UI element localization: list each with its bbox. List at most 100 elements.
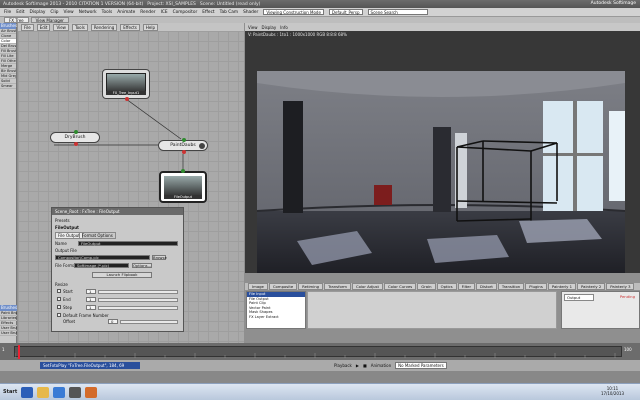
dry-brush-output-port[interactable] [74,142,78,146]
tool-tab-color-adjust[interactable]: Color Adjust [351,283,383,290]
menu-tab-cam[interactable]: Tab Cam [220,10,238,15]
tool-tab-plugins[interactable]: Plugins [525,283,547,290]
command-line[interactable]: SetFxtoPlay "FxTree.FileOutput", 184, 69 [40,362,140,369]
tool-tab-filter[interactable]: Filter [457,283,476,290]
menu-effect[interactable]: Effect [202,10,214,15]
browse-button[interactable]: Browse [152,255,167,260]
frame-number-checkbox[interactable] [57,313,61,317]
menu-ice[interactable]: ICE [161,10,168,15]
step-field[interactable]: 1 [86,305,96,310]
tool-tab-painterly-1[interactable]: Painterly 1 [547,283,577,290]
playback-label[interactable]: Playback [334,363,352,368]
start-field[interactable]: 1 [86,289,96,294]
menu-render[interactable]: Render [140,10,155,15]
menu-edit[interactable]: Edit [16,10,24,15]
menu-display[interactable]: Display [30,10,46,15]
file-output-node[interactable]: FileOutput [159,169,207,203]
tool-tab-transition[interactable]: Transition [497,283,525,290]
file-output-input-port[interactable] [181,169,185,173]
rendered-bedroom-image[interactable] [257,71,625,273]
paint-daubs-view-icon[interactable] [199,143,205,149]
marked-parameters-field[interactable]: No Marked Parameters [395,362,447,369]
file-input-node[interactable]: FX_Tree_Input1 [102,69,150,101]
tool-tab-optics[interactable]: Optics [436,283,457,290]
paint-daubs-output-port[interactable] [182,150,186,154]
menu-network[interactable]: Network [79,10,97,15]
tool-item-fx-layer-extract[interactable]: FX Layer Extract [247,315,305,320]
step-checkbox[interactable] [57,305,61,309]
offset-field[interactable]: 0 [108,319,118,324]
paint-daubs-node[interactable]: PaintDaubs [158,138,208,154]
sidebar-item-user-brushes-2[interactable]: User Brushes 2 [0,331,17,336]
fx-menu-file[interactable]: File [21,23,34,31]
start-button[interactable]: Start [3,389,17,395]
tool-tab-image[interactable]: Image [248,283,268,290]
play-icon[interactable]: ▶ [356,363,359,368]
tool-tab-grain[interactable]: Grain [417,283,436,290]
layout-dropdown[interactable]: Default_Persp [328,9,363,15]
fx-menu-view[interactable]: View [53,23,69,31]
tool-tab-painterly-3[interactable]: Painterly 3 [606,283,635,290]
mode-dropdown[interactable]: Viewing Construction Mode [263,9,324,15]
media-icon[interactable] [53,386,66,398]
tool-tabs: Image Composite Retiming Transform Color… [245,283,640,290]
ie-icon[interactable] [21,386,34,398]
output-list-item[interactable]: Output [564,294,594,301]
viewer-menu-display[interactable]: Display [262,25,277,30]
step-slider[interactable] [98,306,178,310]
menu-tools[interactable]: Tools [102,10,113,15]
start-slider[interactable] [98,290,178,294]
end-checkbox[interactable] [57,297,61,301]
output-file-field[interactable]: Compositor\Comp.pic [55,255,150,260]
property-editor: Scene_Root : FxTree : FileOutput Presets… [51,207,184,332]
end-slider[interactable] [98,298,178,302]
menu-animate[interactable]: Animate [117,10,135,15]
menu-file[interactable]: File [4,10,11,15]
menu-clip[interactable]: Clip [50,10,58,15]
start-checkbox[interactable] [57,289,61,293]
tool-tab-composite[interactable]: Composite [268,283,298,290]
sidebar-item-smear[interactable]: Smear [0,84,16,89]
scene-search-input[interactable]: Scene Search [367,9,428,15]
tool-tab-distort[interactable]: Distort [476,283,497,290]
start-label: Start [63,289,73,294]
fx-menu-tools[interactable]: Tools [71,23,88,31]
brush-sidebar: Brushes Air Brush Clone Color Del Brush … [0,23,17,343]
stop-icon[interactable]: ■ [363,363,367,368]
viewer-menu-view[interactable]: View [248,25,258,30]
menu-view[interactable]: View [64,10,74,15]
launch-flipbook-button[interactable]: Launch Flipbook [92,272,152,278]
fx-menu-edit[interactable]: Edit [36,23,51,31]
tool-tab-retiming[interactable]: Retiming [298,283,324,290]
name-field[interactable]: FileOutput [78,241,178,246]
animation-label[interactable]: Animation [371,363,391,368]
offset-slider[interactable] [120,320,178,324]
app-title: Autodesk Softimage 2013 - 2010 CITATION … [3,1,144,7]
file-input-output-port[interactable] [125,97,129,101]
tool-tab-transform[interactable]: Transform [324,283,351,290]
presets-label[interactable]: Presets [55,218,70,223]
tab-format-options[interactable]: Format Options [79,232,116,239]
options-button[interactable]: Options... [132,263,152,268]
file-format-dropdown[interactable]: Softimage (*.pic) [74,263,129,268]
dry-brush-node[interactable]: DryBrush [50,130,100,146]
viewer-menu-info[interactable]: Info [280,25,288,30]
timeline-ruler[interactable] [14,346,622,358]
fx-menu-effects[interactable]: Effects [120,23,140,31]
status-bar [0,371,640,383]
dry-brush-input-port[interactable] [74,130,78,134]
section-label: FileOutput [55,225,79,230]
app-icon[interactable] [85,386,98,398]
fx-menu-rendering[interactable]: Rendering [90,23,118,31]
end-field[interactable]: 1 [86,297,96,302]
menu-compositor[interactable]: Compositor [173,10,198,15]
file-output-label: FileOutput [164,195,202,199]
paint-daubs-input-port[interactable] [182,138,186,142]
menu-shader[interactable]: Shader [243,10,258,15]
softimage-icon[interactable] [69,386,82,398]
tool-tab-painterly-2[interactable]: Painterly 2 [577,283,606,290]
fx-menu-help[interactable]: Help [142,23,158,31]
folder-icon[interactable] [37,386,50,398]
tool-tab-color-curves[interactable]: Color Curves [383,283,417,290]
timeline-playhead[interactable] [18,345,20,359]
